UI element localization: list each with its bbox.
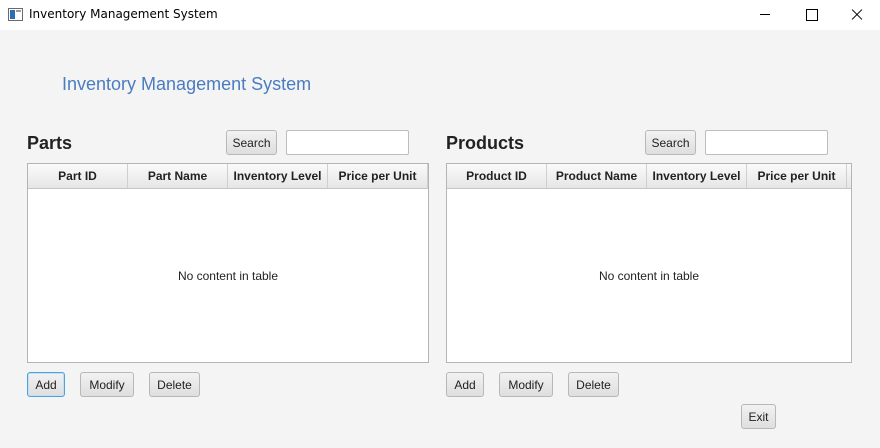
exit-button[interactable]: Exit (741, 404, 776, 429)
products-empty-message: No content in table (598, 269, 700, 283)
products-col-product-id[interactable]: Product ID (447, 164, 547, 188)
parts-table[interactable]: Part ID Part Name Inventory Level Price … (27, 163, 429, 363)
parts-col-part-name[interactable]: Part Name (128, 164, 228, 188)
parts-empty-message: No content in table (177, 269, 279, 283)
parts-col-inventory-level[interactable]: Inventory Level (228, 164, 328, 188)
products-delete-button[interactable]: Delete (568, 372, 619, 397)
parts-add-button[interactable]: Add (27, 372, 65, 397)
parts-search-input[interactable] (286, 130, 409, 155)
window-title: Inventory Management System (29, 7, 218, 21)
products-table-header: Product ID Product Name Inventory Level … (447, 164, 851, 189)
products-modify-button[interactable]: Modify (499, 372, 553, 397)
maximize-icon[interactable] (788, 0, 834, 30)
products-col-price-per-unit[interactable]: Price per Unit (747, 164, 847, 188)
parts-col-part-id[interactable]: Part ID (28, 164, 128, 188)
products-col-product-name[interactable]: Product Name (547, 164, 647, 188)
page-title: Inventory Management System (62, 74, 312, 94)
close-icon[interactable] (834, 0, 880, 30)
parts-title: Parts (27, 133, 73, 153)
parts-table-header: Part ID Part Name Inventory Level Price … (28, 164, 428, 189)
products-add-button[interactable]: Add (446, 372, 484, 397)
products-search-input[interactable] (705, 130, 828, 155)
parts-delete-button[interactable]: Delete (149, 372, 200, 397)
app-icon (8, 8, 23, 21)
products-col-inventory-level[interactable]: Inventory Level (647, 164, 747, 188)
products-title: Products (446, 133, 525, 153)
parts-modify-button[interactable]: Modify (80, 372, 134, 397)
minimize-icon[interactable] (742, 0, 788, 30)
title-bar: Inventory Management System (0, 0, 880, 30)
products-table[interactable]: Product ID Product Name Inventory Level … (446, 163, 852, 363)
parts-search-button[interactable]: Search (226, 130, 277, 155)
parts-col-price-per-unit[interactable]: Price per Unit (328, 164, 428, 188)
products-search-button[interactable]: Search (645, 130, 696, 155)
